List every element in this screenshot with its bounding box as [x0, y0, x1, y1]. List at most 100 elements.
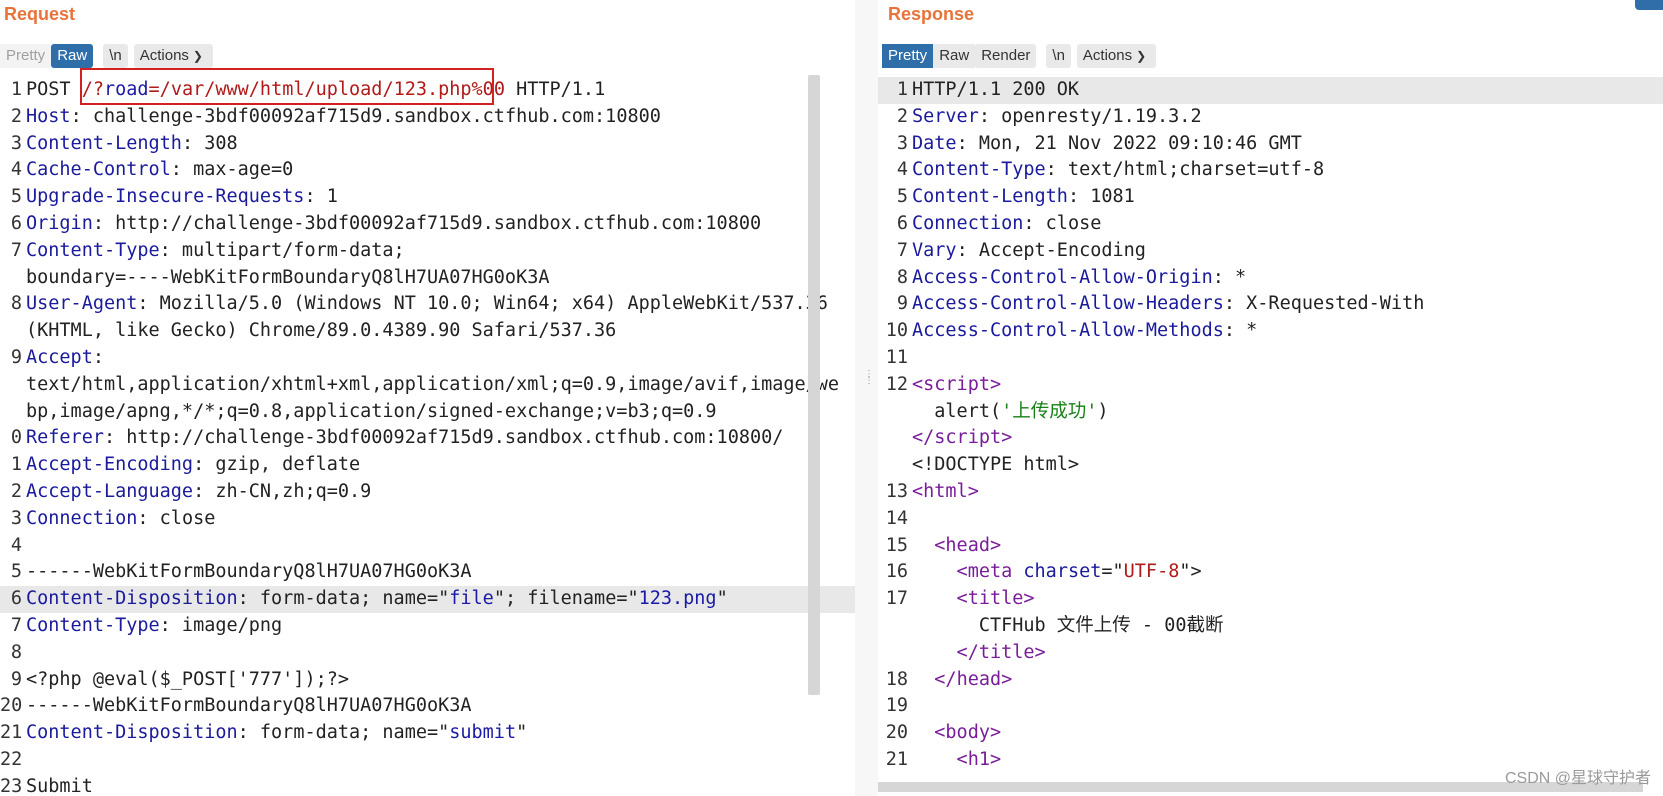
response-tab-render[interactable]: Render [975, 44, 1037, 68]
tag-name: body [945, 722, 990, 744]
line-number: 14 [885, 507, 908, 529]
line-number: 15 [885, 534, 908, 556]
tag-bracket: > [1001, 668, 1013, 690]
tag-name: h1 [967, 748, 990, 770]
header-value: : text/html;charset=utf-8 [1045, 159, 1325, 181]
line-number: 9 [10, 346, 22, 368]
line-number: 5 [10, 186, 22, 208]
chevron-down-icon: ❯ [1136, 49, 1147, 63]
request-editor[interactable]: 1 POST /?road=/var/www/html/upload/123.p… [0, 77, 855, 796]
request-line: 1 Accept-Encoding: gzip, deflate [0, 452, 855, 479]
header-value: : Accept-Encoding [956, 239, 1146, 261]
response-line: 12 <script> [878, 372, 1663, 399]
tag-bracket: > [989, 534, 1002, 556]
request-line: (KHTML, like Gecko) Chrome/89.0.4389.90 … [0, 318, 855, 345]
line-number: 9 [896, 293, 908, 315]
response-toolbar: Pretty Raw Render \n Actions ❯ [882, 43, 1162, 69]
line-number: 0 [10, 427, 22, 449]
line-number: 2 [896, 105, 908, 127]
line-number: 7 [10, 614, 22, 636]
attr-eq: =" [1101, 561, 1124, 583]
response-editor[interactable]: 1 HTTP/1.1 200 OK 2 Server: openresty/1.19… [878, 77, 1663, 796]
response-tab-raw[interactable]: Raw [933, 44, 976, 68]
response-actions-button[interactable]: Actions ❯ [1076, 44, 1157, 68]
request-line: 0 Referer: http://challenge-3bdf00092af71… [0, 425, 855, 452]
header-value: : close [1023, 212, 1102, 234]
header-name: Content-Type [26, 614, 160, 636]
header-name: Accept [26, 346, 93, 368]
request-line: 7 Content-Type: image/png [0, 613, 855, 640]
request-line: 22 [0, 747, 855, 774]
line-number: 5 [896, 186, 908, 208]
line-number: 6 [10, 212, 22, 234]
tag-name: head [956, 668, 1002, 690]
tag-bracket: </ [912, 668, 957, 690]
response-line: 10 Access-Control-Allow-Methods: * [878, 318, 1663, 345]
header-name: Content-Length [26, 132, 182, 154]
chevron-down-icon: ❯ [192, 49, 203, 63]
tag-bracket: > [989, 748, 1002, 770]
response-line: 17 <title> [878, 586, 1663, 613]
line-number [878, 452, 912, 479]
line-number: 1 [10, 79, 22, 100]
tag-bracket: < [912, 588, 968, 610]
header-value: : * [1223, 320, 1258, 342]
request-vertical-scrollbar[interactable] [808, 75, 820, 695]
line-number [0, 318, 26, 345]
response-line-highlighted: 1 HTTP/1.1 200 OK [878, 77, 1663, 104]
response-line: 8 Access-Control-Allow-Origin: * [878, 265, 1663, 292]
tag-bracket: </ [912, 641, 979, 663]
response-line: 2 Server: openresty/1.19.3.2 [878, 104, 1663, 131]
tag-bracket: > [1001, 427, 1013, 449]
line-number [878, 399, 912, 426]
line-number: 11 [885, 346, 908, 368]
field-name-value: file [449, 588, 494, 610]
header-name: Content-Length [912, 186, 1068, 208]
request-line: 8 User-Agent: Mozilla/5.0 (Windows NT 10.… [0, 291, 855, 318]
request-tab-pretty[interactable]: Pretty [0, 44, 52, 68]
response-tab-pretty[interactable]: Pretty [882, 44, 934, 68]
tag-bracket: < [912, 748, 968, 770]
page-title-text: CTFHub 文件上传 - 00截断 [912, 614, 1224, 636]
header-name: Accept-Language [26, 480, 194, 502]
empty-line [912, 506, 1663, 533]
line-number [0, 265, 26, 292]
request-line: 5 Upgrade-Insecure-Requests: 1 [0, 184, 855, 211]
line-number: 20 [885, 722, 908, 744]
header-name: Server [912, 105, 979, 127]
request-actions-button[interactable]: Actions ❯ [133, 44, 213, 68]
pane-splitter[interactable]: ⋮ ⋮ [855, 0, 878, 796]
request-newline-toggle[interactable]: \n [103, 44, 128, 68]
line-number: 21 [0, 722, 23, 744]
request-line: bp,image/apng,*/*;q=0.8,application/sign… [0, 399, 855, 426]
header-name: Connection [26, 507, 138, 529]
line-number: 2 [10, 480, 22, 502]
tag-close: "> [1179, 561, 1202, 583]
line-number: 4 [896, 159, 908, 181]
response-line: 14 [878, 506, 1663, 533]
header-name: Accept-Encoding [26, 454, 194, 476]
header-name: Referer [26, 427, 104, 449]
line-number: 5 [10, 561, 22, 583]
line-number: 2 [10, 105, 22, 127]
request-line: 7 Content-Type: multipart/form-data; [0, 238, 855, 265]
line-number: 9 [10, 668, 22, 690]
request-line: 21 Content-Disposition: form-data; name="… [0, 720, 855, 747]
request-title: Request [4, 4, 76, 24]
tag-bracket: > [967, 480, 979, 502]
line-number: 13 [885, 480, 908, 502]
request-line: 8 [0, 640, 855, 667]
panel-corner-button[interactable] [1635, 0, 1663, 10]
tag-bracket: < [912, 534, 946, 556]
empty-line [912, 693, 1663, 720]
response-newline-toggle[interactable]: \n [1046, 44, 1071, 68]
line-number: 10 [885, 320, 908, 342]
request-line: 23 Submit [0, 774, 855, 796]
header-name: Date [912, 132, 957, 154]
script-code: alert( [912, 400, 1002, 422]
request-tab-raw[interactable]: Raw [51, 44, 94, 68]
empty-line [26, 533, 855, 560]
header-value: : openresty/1.19.3.2 [978, 105, 1202, 127]
line-number: 1 [896, 79, 908, 100]
